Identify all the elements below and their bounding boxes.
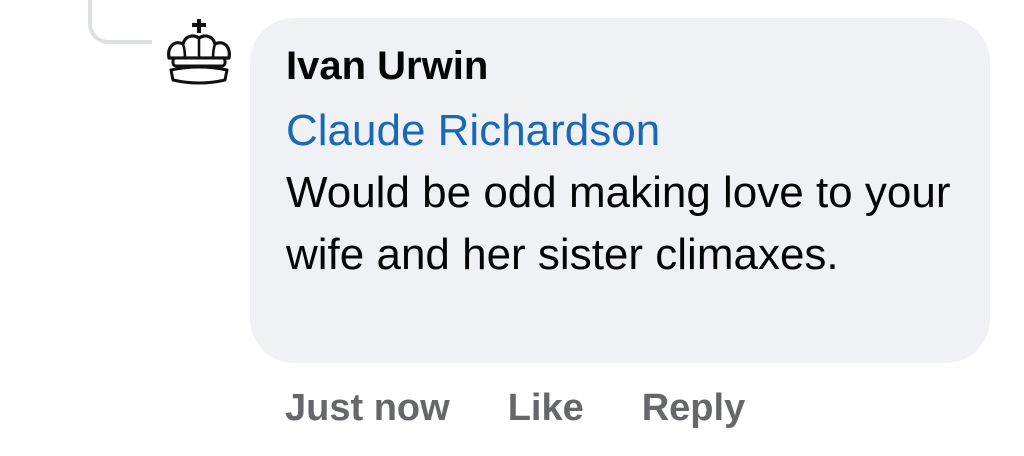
comment-author[interactable]: Ivan Urwin [286,40,960,92]
like-button[interactable]: Like [508,382,584,434]
reply-thread-connector [88,0,152,44]
comment-actions: Just now Like Reply [285,382,803,434]
mentioned-user-link[interactable]: Claude Richardson [286,100,960,162]
comment-bubble: Ivan Urwin Claude Richardson Would be od… [250,18,990,363]
comment-text: Would be odd making love to your wife an… [286,168,951,279]
comment-timestamp[interactable]: Just now [285,382,450,434]
avatar[interactable] [161,16,237,92]
reply-button[interactable]: Reply [642,382,745,434]
crown-icon [163,18,235,90]
